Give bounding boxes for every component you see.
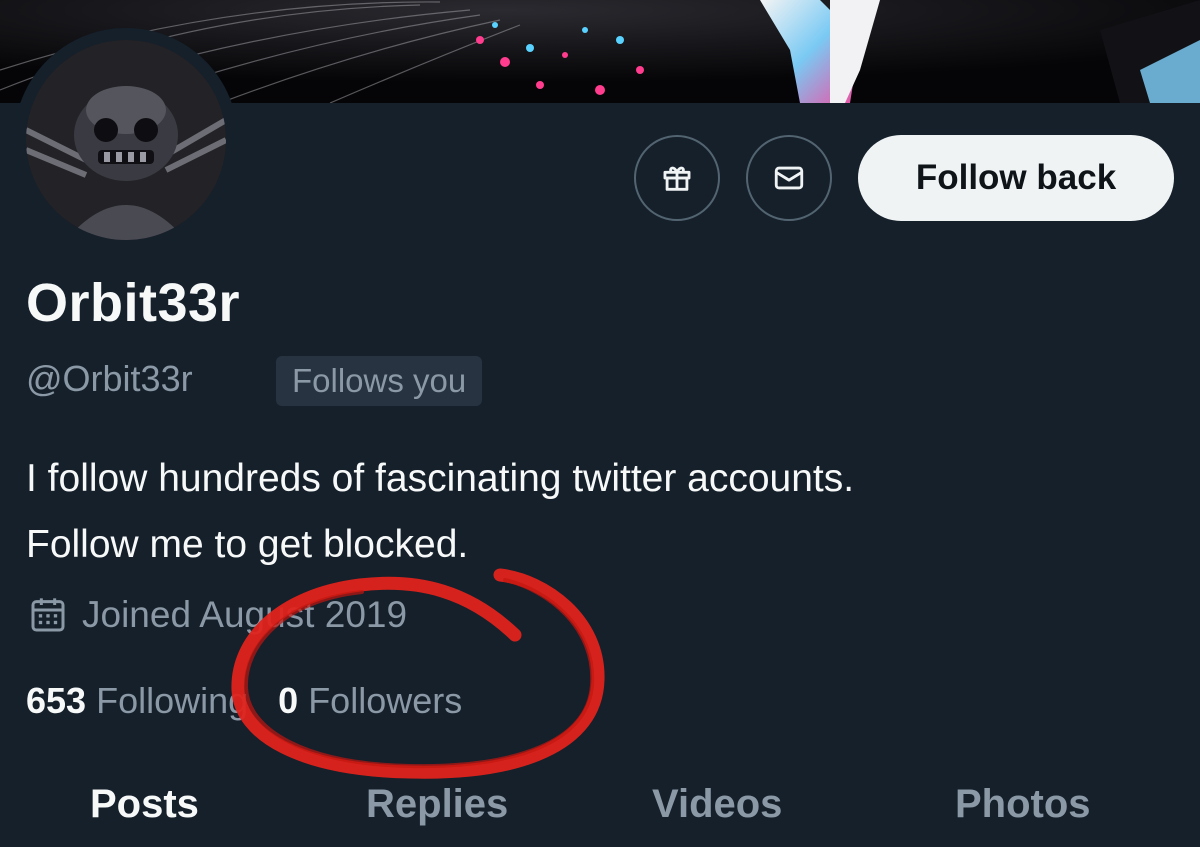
calendar-icon [31, 598, 65, 632]
envelope-icon [774, 166, 804, 190]
joined-text: Joined August 2019 [82, 594, 408, 635]
bio-line: I follow hundreds of fascinating twitter… [26, 457, 855, 500]
bio: I follow hundreds of fascinating twitter… [26, 446, 1166, 578]
followers-label: Followers [308, 680, 463, 721]
follow-back-button[interactable]: Follow back [858, 135, 1174, 221]
joined-date: Joined August 2019 [28, 594, 407, 636]
display-name: Orbit33r [26, 273, 241, 333]
tab-videos[interactable]: Videos [652, 782, 782, 827]
tab-posts[interactable]: Posts [90, 782, 199, 827]
avatar[interactable] [14, 28, 238, 252]
following-link[interactable]: 653 Following [26, 680, 248, 722]
message-button[interactable] [746, 135, 832, 221]
tab-replies[interactable]: Replies [366, 782, 508, 827]
profile-tabs: Posts Replies Videos Photos [0, 782, 1200, 842]
follow-stats: 653 Following 0 Followers [26, 680, 462, 722]
following-count: 653 [26, 680, 87, 721]
following-label: Following [96, 680, 249, 721]
follows-you-badge: Follows you [276, 356, 483, 406]
gift-button[interactable] [634, 135, 720, 221]
bio-line: Follow me to get blocked. [26, 523, 469, 566]
avatar-image [26, 40, 226, 240]
followers-count: 0 [278, 680, 299, 721]
tab-photos[interactable]: Photos [955, 782, 1091, 827]
gift-icon [663, 166, 691, 191]
followers-link[interactable]: 0 Followers [278, 680, 462, 722]
handle: @Orbit33r [26, 358, 193, 399]
